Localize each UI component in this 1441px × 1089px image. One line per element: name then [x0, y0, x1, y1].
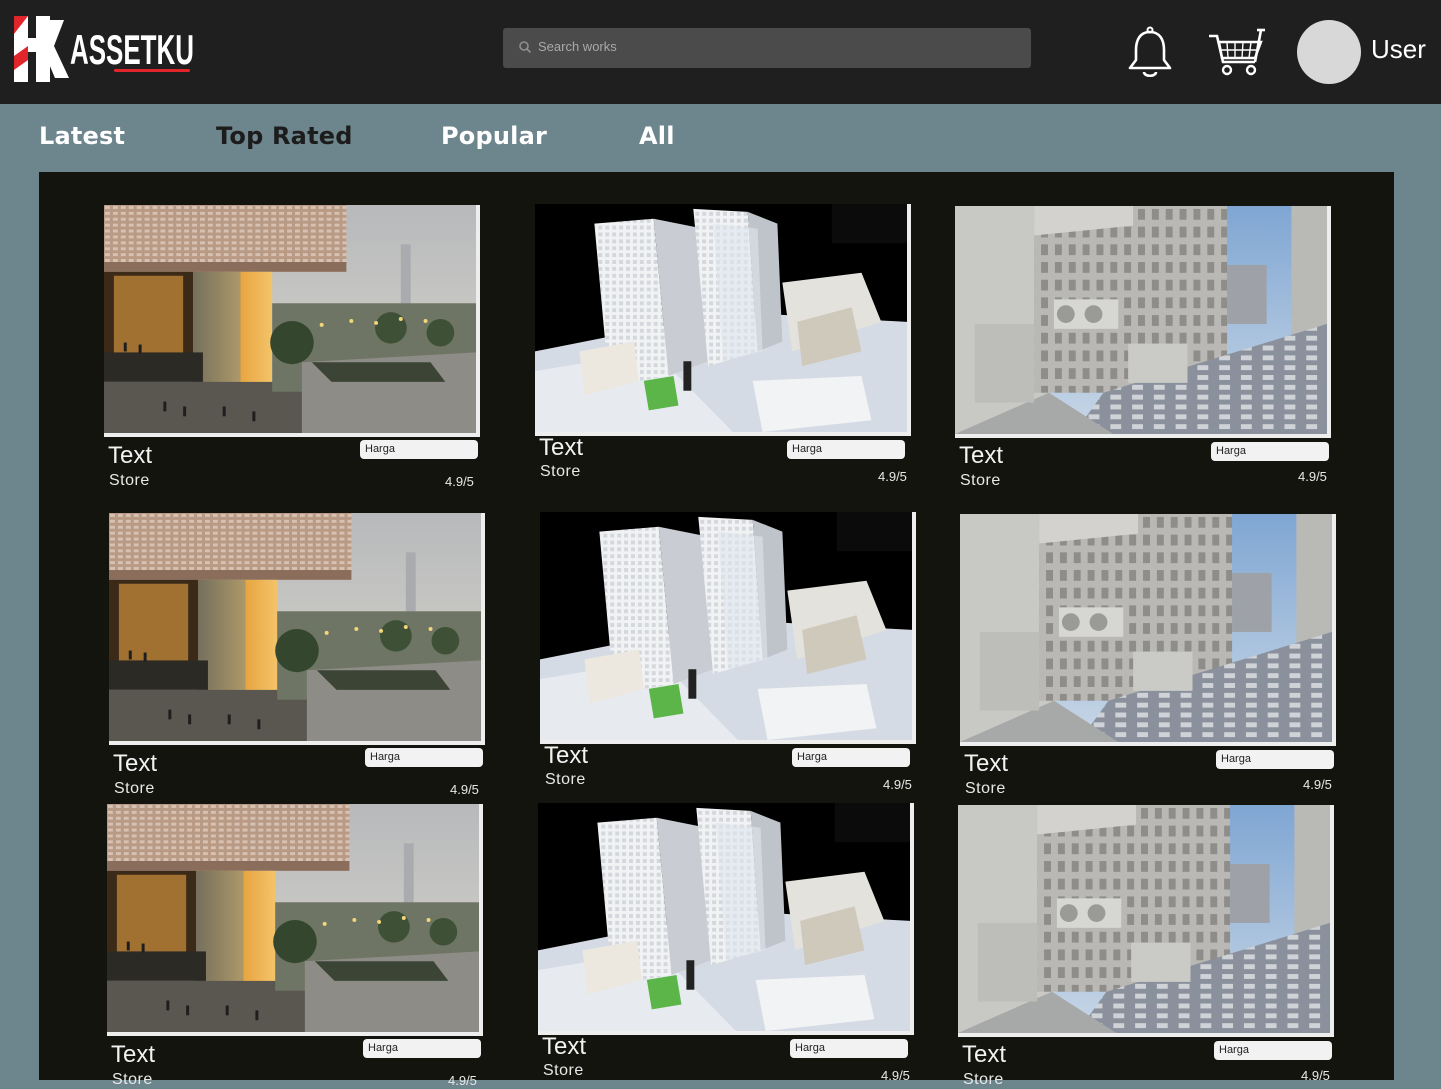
tab-latest[interactable]: Latest — [39, 122, 125, 150]
work-title[interactable]: Text — [542, 1033, 586, 1061]
work-title[interactable]: Text — [539, 434, 583, 462]
rating: 4.9/5 — [448, 1073, 477, 1088]
top-bar: ASSETKU Search works User — [0, 0, 1441, 104]
price-badge: Harga — [792, 748, 910, 767]
work-thumbnail[interactable] — [958, 805, 1334, 1037]
price-badge: Harga — [787, 440, 905, 459]
cart-icon[interactable] — [1207, 26, 1265, 78]
work-store[interactable]: Store — [540, 463, 581, 481]
price-badge: Harga — [360, 440, 478, 459]
price-badge: Harga — [365, 748, 483, 767]
price-badge: Harga — [1214, 1041, 1332, 1060]
tab-popular[interactable]: Popular — [441, 122, 547, 150]
rating: 4.9/5 — [450, 782, 479, 797]
rating: 4.9/5 — [445, 474, 474, 489]
price-badge: Harga — [1211, 442, 1329, 461]
bell-icon[interactable] — [1126, 26, 1174, 80]
work-title[interactable]: Text — [113, 750, 157, 778]
work-title[interactable]: Text — [962, 1041, 1006, 1069]
brand-logo[interactable]: ASSETKU — [14, 16, 196, 82]
work-thumbnail[interactable] — [538, 803, 914, 1035]
work-store[interactable]: Store — [543, 1062, 584, 1080]
rating: 4.9/5 — [1298, 469, 1327, 484]
work-store[interactable]: Store — [965, 780, 1006, 798]
brand-name: ASSETKU — [70, 26, 194, 73]
rating: 4.9/5 — [883, 777, 912, 792]
work-title[interactable]: Text — [108, 442, 152, 470]
search-bar[interactable]: Search works — [503, 28, 1031, 68]
work-thumbnail[interactable] — [107, 804, 483, 1036]
username[interactable]: User — [1371, 34, 1426, 65]
price-badge: Harga — [363, 1039, 481, 1058]
work-title[interactable]: Text — [964, 750, 1008, 778]
search-input[interactable]: Search works — [538, 39, 617, 54]
work-thumbnail[interactable] — [540, 512, 916, 744]
tab-top-rated[interactable]: Top Rated — [216, 122, 353, 150]
work-store[interactable]: Store — [963, 1071, 1004, 1089]
rating: 4.9/5 — [1303, 777, 1332, 792]
price-badge: Harga — [790, 1039, 908, 1058]
search-icon — [519, 41, 532, 54]
work-store[interactable]: Store — [960, 472, 1001, 490]
work-store[interactable]: Store — [109, 472, 150, 490]
work-title[interactable]: Text — [959, 442, 1003, 470]
tab-all[interactable]: All — [639, 122, 675, 150]
work-thumbnail[interactable] — [960, 514, 1336, 746]
work-store[interactable]: Store — [545, 771, 586, 789]
work-title[interactable]: Text — [111, 1041, 155, 1069]
avatar[interactable] — [1297, 20, 1361, 84]
rating: 4.9/5 — [1301, 1068, 1330, 1083]
work-title[interactable]: Text — [544, 742, 588, 770]
price-badge: Harga — [1216, 750, 1334, 769]
work-thumbnail[interactable] — [535, 204, 911, 436]
rating: 4.9/5 — [878, 469, 907, 484]
rating: 4.9/5 — [881, 1068, 910, 1083]
work-thumbnail[interactable] — [955, 206, 1331, 438]
work-store[interactable]: Store — [114, 780, 155, 798]
work-thumbnail[interactable] — [109, 513, 485, 745]
work-store[interactable]: Store — [112, 1071, 153, 1089]
work-thumbnail[interactable] — [104, 205, 480, 437]
